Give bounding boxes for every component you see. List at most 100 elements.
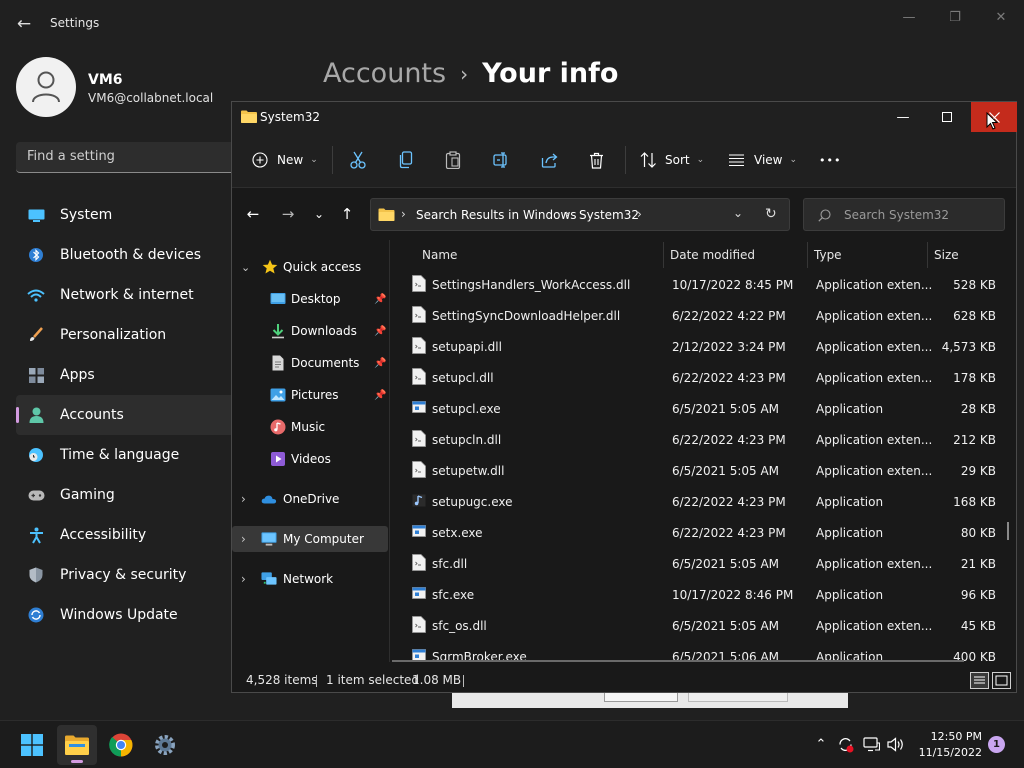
share-button[interactable]: [541, 148, 558, 172]
up-arrow-icon[interactable]: ↑: [336, 205, 358, 223]
table-row[interactable]: setupugc.exe 6/22/2022 4:23 PM Application…: [408, 486, 1004, 517]
breadcrumb-accounts[interactable]: Accounts: [323, 58, 446, 89]
network-status-icon[interactable]: [862, 735, 880, 753]
sidebar-item-time-language[interactable]: Time & language: [16, 435, 246, 475]
sort-button[interactable]: Sort ⌄: [640, 148, 704, 172]
recent-locations-chevron-icon[interactable]: ⌄: [308, 205, 330, 223]
nav-item-videos[interactable]: Videos: [232, 446, 388, 472]
nav-item-my-computer[interactable]: › My Computer: [232, 526, 388, 552]
column-divider[interactable]: [927, 242, 928, 268]
cut-button[interactable]: [350, 148, 366, 172]
breadcrumb-separator: ›: [460, 61, 469, 86]
minimize-icon[interactable]: —: [880, 102, 926, 132]
system-clock[interactable]: 12:50 PM 11/15/2022: [916, 729, 982, 761]
close-icon[interactable]: ✕: [978, 6, 1024, 28]
details-view-button[interactable]: [970, 672, 989, 689]
paste-button[interactable]: [445, 148, 461, 172]
dll-file-icon: [412, 461, 426, 478]
view-button[interactable]: View ⌄: [728, 148, 797, 172]
column-header-date[interactable]: Date modified: [670, 248, 755, 262]
address-segment-search-results[interactable]: Search Results in Windows: [416, 208, 577, 222]
sidebar-item-windows-update[interactable]: Windows Update: [16, 595, 246, 635]
new-button[interactable]: New ⌄: [252, 148, 318, 172]
find-setting-placeholder: Find a setting: [27, 149, 115, 164]
table-row[interactable]: setupcln.dll 6/22/2022 4:23 PM Application…: [408, 424, 1004, 455]
forward-icon[interactable]: →: [277, 205, 299, 223]
sidebar-item-accounts[interactable]: Accounts: [16, 395, 246, 435]
volume-icon[interactable]: [887, 735, 905, 753]
table-row[interactable]: SettingSyncDownloadHelper.dll 6/22/2022 4…: [408, 300, 1004, 331]
notification-badge[interactable]: 1: [988, 736, 1005, 753]
nav-item-music[interactable]: Music: [232, 414, 388, 440]
column-header-size[interactable]: Size: [934, 248, 959, 262]
horizontal-scrollbar[interactable]: [392, 660, 964, 662]
sidebar-item-gaming[interactable]: Gaming: [16, 475, 246, 515]
taskbar-file-explorer[interactable]: [57, 725, 97, 765]
mouse-cursor-icon: [986, 112, 998, 130]
table-row[interactable]: setx.exe 6/22/2022 4:23 PM Application 80 K…: [408, 517, 1004, 548]
show-hidden-icons-chevron-icon[interactable]: ⌃: [812, 735, 830, 753]
column-divider[interactable]: [807, 242, 808, 268]
sidebar-item-privacy[interactable]: Privacy & security: [16, 555, 246, 595]
address-bar[interactable]: › Search Results in Windows › System32 ›…: [370, 198, 790, 231]
table-row[interactable]: sfc_os.dll 6/5/2021 5:05 AM Application ex…: [408, 610, 1004, 641]
pin-icon[interactable]: 📌: [374, 390, 386, 401]
table-row[interactable]: SettingsHandlers_WorkAccess.dll 10/17/202…: [408, 269, 1004, 300]
sidebar-item-accessibility[interactable]: Accessibility: [16, 515, 246, 555]
rename-button[interactable]: [493, 148, 511, 172]
table-row[interactable]: setupapi.dll 2/12/2022 3:24 PM Application…: [408, 331, 1004, 362]
sidebar-item-network[interactable]: Network & internet: [16, 275, 246, 315]
address-dropdown-chevron-icon[interactable]: ⌄: [733, 206, 743, 220]
table-row[interactable]: setupetw.dll 6/5/2021 5:05 AM Application …: [408, 455, 1004, 486]
copy-button[interactable]: [398, 148, 414, 172]
sidebar-item-personalization[interactable]: Personalization: [16, 315, 246, 355]
table-row[interactable]: sfc.exe 10/17/2022 8:46 PM Application 96 K…: [408, 579, 1004, 610]
start-button[interactable]: [12, 725, 52, 765]
taskbar-settings[interactable]: [145, 725, 185, 765]
nav-item-desktop[interactable]: Desktop 📌: [232, 286, 388, 312]
nav-item-onedrive[interactable]: › OneDrive: [232, 486, 388, 512]
table-row[interactable]: setupcl.exe 6/5/2021 5:05 AM Application 28…: [408, 393, 1004, 424]
nav-label: Documents: [291, 356, 360, 370]
address-segment-system32[interactable]: System32: [579, 208, 639, 222]
nav-item-downloads[interactable]: Downloads 📌: [232, 318, 388, 344]
nav-item-pictures[interactable]: Pictures 📌: [232, 382, 388, 408]
pin-icon[interactable]: 📌: [374, 294, 386, 305]
table-row[interactable]: sfc.dll 6/5/2021 5:05 AM Application exten…: [408, 548, 1004, 579]
column-divider[interactable]: [663, 242, 664, 268]
file-name: SettingSyncDownloadHelper.dll: [432, 309, 621, 323]
avatar[interactable]: [16, 57, 76, 117]
restore-icon[interactable]: ❐: [932, 6, 978, 28]
pin-icon[interactable]: 📌: [374, 326, 386, 337]
toolbar-divider: [625, 146, 626, 174]
sidebar-item-bluetooth[interactable]: Bluetooth & devices: [16, 235, 246, 275]
find-setting-input[interactable]: Find a setting: [16, 142, 246, 173]
back-arrow-icon[interactable]: ←: [14, 12, 34, 36]
sidebar-item-apps[interactable]: Apps: [16, 355, 246, 395]
nav-item-network[interactable]: › Network: [232, 566, 388, 592]
breadcrumb: Accounts › Your info: [323, 58, 618, 89]
search-input[interactable]: Search System32: [803, 198, 1005, 231]
refresh-icon[interactable]: ↻: [765, 206, 777, 222]
minimize-icon[interactable]: —: [886, 6, 932, 28]
file-type: Application: [816, 495, 884, 509]
thumbnails-view-button[interactable]: [992, 672, 1011, 689]
taskbar-chrome[interactable]: [101, 725, 141, 765]
vertical-scrollbar[interactable]: [1007, 522, 1009, 540]
file-size: 628 KB: [953, 309, 996, 323]
pin-icon[interactable]: 📌: [374, 358, 386, 369]
nav-item-quick-access[interactable]: ⌄ Quick access: [232, 254, 388, 280]
explorer-titlebar[interactable]: System32 —: [232, 102, 1017, 132]
more-options-button[interactable]: •••: [819, 148, 841, 172]
column-header-name[interactable]: Name: [422, 248, 457, 262]
sidebar-item-system[interactable]: System: [16, 195, 246, 235]
delete-button[interactable]: [589, 148, 604, 172]
back-icon[interactable]: ←: [242, 205, 264, 223]
nav-item-documents[interactable]: Documents 📌: [232, 350, 388, 376]
table-row[interactable]: setupcl.dll 6/22/2022 4:23 PM Application …: [408, 362, 1004, 393]
column-header-type[interactable]: Type: [814, 248, 842, 262]
table-row[interactable]: SgrmBroker.exe 6/5/2021 5:06 AM Applicatio…: [408, 641, 1004, 662]
maximize-icon[interactable]: [924, 102, 970, 132]
sync-alert-icon[interactable]: [836, 735, 854, 753]
nav-label: Downloads: [291, 324, 357, 338]
